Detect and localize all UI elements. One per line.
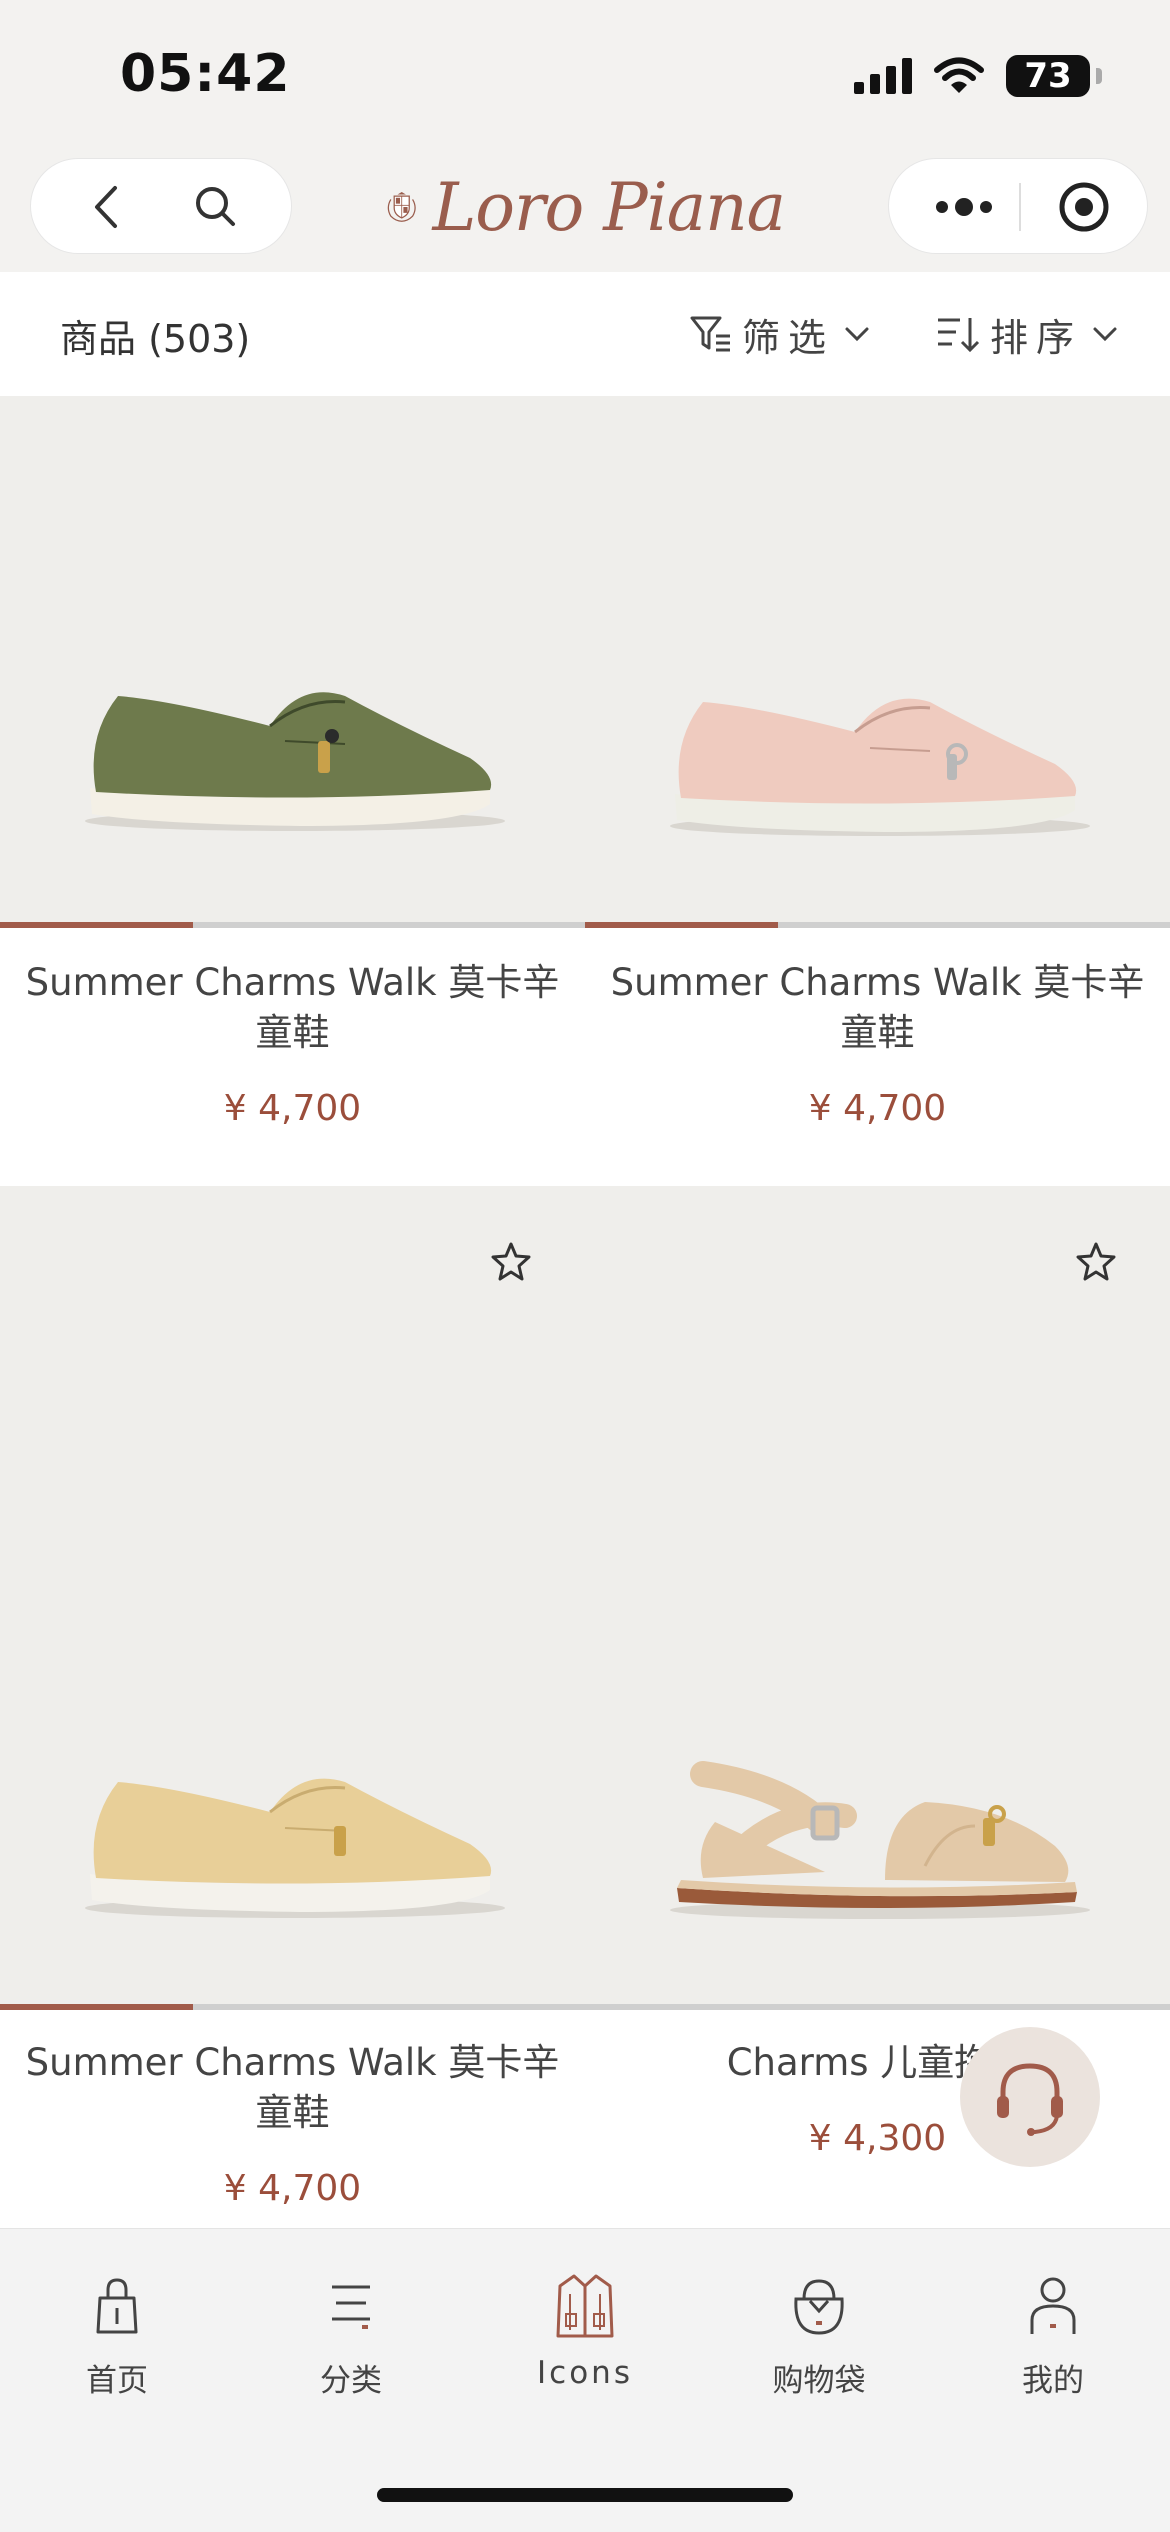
product-image[interactable] bbox=[585, 396, 1170, 928]
sort-button[interactable]: 排序 bbox=[936, 306, 1118, 362]
tab-profile[interactable]: 我的 bbox=[936, 2271, 1170, 2411]
cellular-signal-icon bbox=[854, 58, 912, 94]
home-bag-icon bbox=[82, 2271, 152, 2341]
close-miniprogram-button[interactable] bbox=[1029, 159, 1139, 255]
more-button[interactable] bbox=[909, 159, 1019, 255]
bottom-tab-bar: 首页 分类 Icons 购物袋 我的 bbox=[0, 2228, 1170, 2532]
product-image[interactable] bbox=[0, 396, 585, 928]
sort-label: 排序 bbox=[990, 315, 1083, 360]
filter-label: 筛选 bbox=[742, 315, 835, 360]
product-price: ¥ 4,700 bbox=[223, 2168, 362, 2209]
product-card[interactable]: Summer Charms Walk 莫卡辛童鞋 ¥ 4,700 bbox=[0, 396, 585, 1186]
image-carousel-progress-fill bbox=[0, 2004, 194, 2010]
status-icons: 73 bbox=[854, 54, 1102, 98]
tab-home[interactable]: 首页 bbox=[0, 2271, 234, 2411]
loafer-shoe-image bbox=[85, 692, 505, 831]
chevron-down-icon bbox=[845, 327, 869, 342]
back-button[interactable] bbox=[51, 159, 161, 255]
crest-icon bbox=[387, 191, 416, 222]
sandal-shoe-image bbox=[670, 1761, 1090, 1919]
shopping-bag-icon bbox=[784, 2271, 854, 2341]
product-name[interactable]: Summer Charms Walk 莫卡辛童鞋 bbox=[605, 958, 1150, 1058]
filter-button[interactable]: 筛选 bbox=[690, 306, 870, 362]
image-carousel-progress bbox=[585, 2004, 1170, 2010]
status-time: 05:42 bbox=[120, 44, 291, 104]
target-close-icon bbox=[1059, 182, 1109, 232]
chevron-down-icon bbox=[1093, 327, 1117, 342]
battery-icon: 73 bbox=[1006, 55, 1102, 97]
tab-category-label: 分类 bbox=[320, 2363, 382, 2399]
tab-home-label: 首页 bbox=[86, 2363, 148, 2399]
brand-logo: Loro Piana bbox=[385, 164, 786, 250]
filter-icon bbox=[690, 316, 730, 352]
tab-profile-label: 我的 bbox=[1022, 2363, 1084, 2399]
category-list-icon bbox=[316, 2271, 386, 2341]
loafer-shoe-image bbox=[670, 698, 1090, 836]
brand-logo-text: Loro Piana bbox=[432, 168, 786, 246]
image-carousel-progress bbox=[585, 922, 1170, 928]
search-button[interactable] bbox=[161, 159, 271, 255]
home-indicator bbox=[377, 2488, 793, 2502]
status-bar: 05:42 73 bbox=[0, 0, 1170, 150]
product-card[interactable]: Summer Charms Walk 莫卡辛童鞋 ¥ 4,700 bbox=[585, 396, 1170, 1186]
tab-category[interactable]: 分类 bbox=[234, 2271, 468, 2411]
product-image[interactable] bbox=[0, 1186, 585, 2010]
product-price: ¥ 4,700 bbox=[223, 1088, 362, 1129]
wifi-icon bbox=[934, 57, 984, 93]
product-image[interactable] bbox=[585, 1186, 1170, 2010]
search-icon bbox=[196, 187, 235, 226]
product-name[interactable]: Summer Charms Walk 莫卡辛童鞋 bbox=[20, 958, 565, 1058]
image-carousel-progress bbox=[0, 2004, 585, 2010]
image-carousel-progress-fill bbox=[585, 922, 779, 928]
chevron-left-icon bbox=[95, 186, 117, 228]
headset-icon bbox=[997, 2063, 1063, 2136]
capsule-divider bbox=[1019, 183, 1021, 231]
loafer-shoe-image bbox=[85, 1778, 505, 1918]
product-name[interactable]: Summer Charms Walk 莫卡辛童鞋 bbox=[20, 2038, 565, 2138]
tab-shopping-bag[interactable]: 购物袋 bbox=[702, 2271, 936, 2411]
image-carousel-progress bbox=[0, 922, 585, 928]
product-card[interactable]: Summer Charms Walk 莫卡辛童鞋 ¥ 4,700 bbox=[0, 1186, 585, 2228]
profile-icon bbox=[1018, 2271, 1088, 2341]
image-carousel-progress-fill bbox=[0, 922, 194, 928]
sort-icon bbox=[938, 318, 980, 353]
filter-bar: 商品 (503) 筛选 排序 bbox=[0, 272, 1170, 396]
customer-service-button[interactable] bbox=[960, 2027, 1100, 2167]
product-count: 商品 (503) bbox=[60, 317, 251, 361]
tab-icons[interactable]: Icons bbox=[468, 2271, 702, 2411]
tab-icons-label: Icons bbox=[537, 2355, 633, 2391]
nav-capsule-right bbox=[888, 158, 1148, 254]
jacket-icon bbox=[550, 2271, 620, 2341]
tab-shopping-bag-label: 购物袋 bbox=[772, 2363, 866, 2399]
nav-capsule-left bbox=[30, 158, 292, 254]
product-price: ¥ 4,700 bbox=[808, 1088, 947, 1129]
more-dots-icon bbox=[936, 198, 992, 216]
